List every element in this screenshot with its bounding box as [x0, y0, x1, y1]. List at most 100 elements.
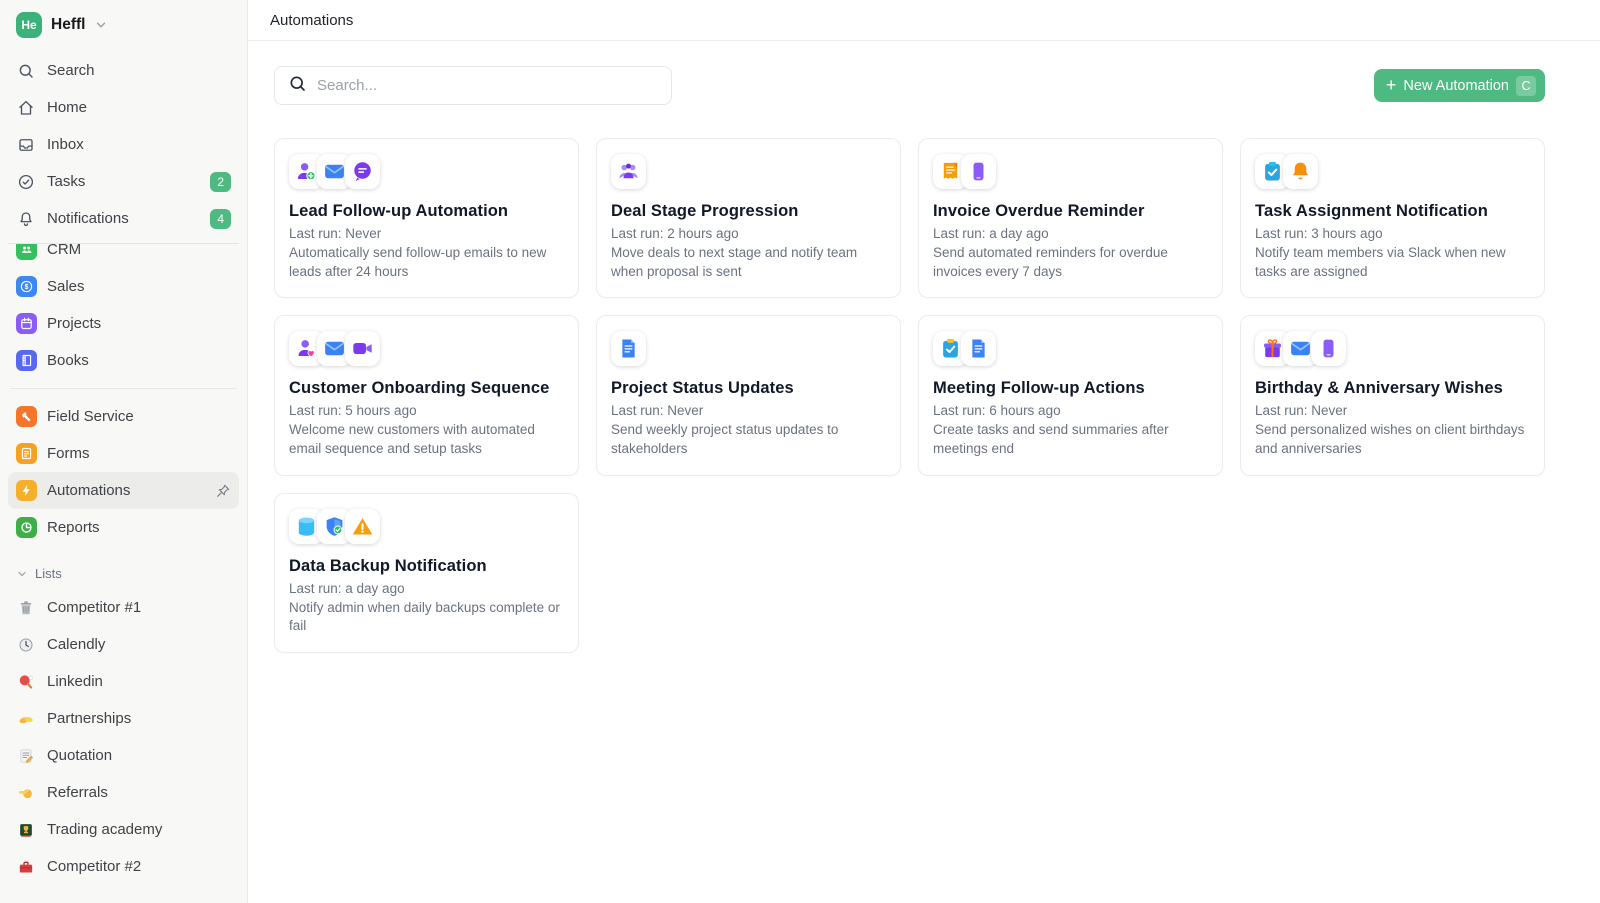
sidebar: He Heffl Search Home Inbox Tasks 2 Notificati…	[0, 0, 248, 903]
sidebar-item-sales[interactable]: $Sales	[8, 268, 239, 305]
app-root: He Heffl Search Home Inbox Tasks 2 Notificati…	[0, 0, 1600, 903]
sidebar-item-label: Reports	[47, 519, 100, 536]
sidebar-item-books[interactable]: Books	[8, 342, 239, 379]
automation-description: Welcome new customers with automated ema…	[289, 421, 564, 458]
automation-description: Notify admin when daily backups complete…	[289, 599, 564, 636]
chevron-down-icon	[94, 18, 108, 32]
automation-last-run: Last run: Never	[1255, 403, 1530, 418]
smartphone-icon	[961, 154, 996, 189]
automations-app-icon	[16, 480, 37, 501]
automation-last-run: Last run: Never	[611, 403, 886, 418]
clock-emoji-icon	[16, 635, 36, 655]
document-icon	[611, 331, 646, 366]
workspace-switcher[interactable]: He Heffl	[8, 10, 239, 52]
automation-card[interactable]: Data Backup NotificationLast run: a day …	[274, 493, 579, 653]
sidebar-item-forms[interactable]: Forms	[8, 435, 239, 472]
automation-card[interactable]: Birthday & Anniversary Wishes Last run: N…	[1240, 315, 1545, 475]
shortcut-badge: C	[1516, 76, 1536, 96]
top-bar: Automations	[248, 0, 1600, 41]
toolbar: + New Automation C	[274, 66, 1545, 105]
automation-card[interactable]: Deal Stage Progression Last run: 2 hours …	[596, 138, 901, 298]
automation-description: Move deals to next stage and notify team…	[611, 244, 886, 281]
content-area: + New Automation C Lead Follow-up Automa…	[248, 41, 1600, 677]
sidebar-item-search[interactable]: Search	[8, 52, 239, 89]
sales-app-icon: $	[16, 277, 36, 297]
automation-card[interactable]: Lead Follow-up Automation Last run: Never…	[274, 138, 579, 298]
sidebar-item-label: Competitor #1	[47, 599, 141, 616]
automation-description: Send weekly project status updates to st…	[611, 421, 886, 458]
automation-last-run: Last run: Never	[289, 226, 564, 241]
sidebar-item-inbox[interactable]: Inbox	[8, 126, 239, 163]
books-app-icon	[16, 350, 37, 371]
sidebar-item-projects[interactable]: Projects	[8, 305, 239, 342]
automation-title: Meeting Follow-up Actions	[933, 379, 1208, 398]
automation-last-run: Last run: 2 hours ago	[611, 226, 886, 241]
sidebar-item-linkedin[interactable]: Linkedin	[8, 663, 239, 700]
workspace-avatar: He	[16, 12, 42, 38]
sidebar-item-automations[interactable]: Automations	[8, 472, 239, 509]
search-input[interactable]	[317, 77, 658, 94]
sidebar-item-label: Calendly	[47, 636, 105, 653]
sidebar-item-referrals[interactable]: Referrals	[8, 774, 239, 811]
automation-card[interactable]: Meeting Follow-up ActionsLast run: 6 hou…	[918, 315, 1223, 475]
automation-card[interactable]: Invoice Overdue ReminderLast run: a day …	[918, 138, 1223, 298]
ping-pong-emoji-icon	[16, 672, 36, 692]
sidebar-item-label: Tasks	[47, 173, 85, 190]
pin-icon[interactable]	[215, 483, 231, 499]
automation-title: Birthday & Anniversary Wishes	[1255, 379, 1530, 398]
sidebar-item-partnerships[interactable]: Partnerships	[8, 700, 239, 737]
sidebar-item-tasks[interactable]: Tasks 2	[8, 163, 239, 200]
sales-app-icon: $	[16, 276, 37, 297]
automation-last-run: Last run: a day ago	[289, 581, 564, 596]
sidebar-item-home[interactable]: Home	[8, 89, 239, 126]
automation-title: Lead Follow-up Automation	[289, 202, 564, 221]
sidebar-item-reports[interactable]: Reports	[8, 509, 239, 546]
card-icons	[1255, 331, 1530, 366]
field-service-app-icon	[16, 406, 37, 427]
sidebar-item-field-service[interactable]: Field Service	[8, 398, 239, 435]
reports-app-icon	[16, 517, 37, 538]
sidebar-lists: Competitor #1 Calendly Linkedin Partnership…	[8, 589, 239, 885]
automation-description: Create tasks and send summaries after me…	[933, 421, 1208, 458]
tasks-icon	[16, 172, 36, 192]
lists-section-label: Lists	[35, 566, 62, 581]
automation-title: Deal Stage Progression	[611, 202, 886, 221]
sidebar-item-label: Notifications	[47, 210, 129, 227]
sidebar-item-quotation[interactable]: Quotation	[8, 737, 239, 774]
warning-icon	[345, 509, 380, 544]
automation-description: Automatically send follow-up emails to n…	[289, 244, 564, 281]
automation-title: Invoice Overdue Reminder	[933, 202, 1208, 221]
sidebar-item-competitor-2[interactable]: Competitor #2	[8, 848, 239, 885]
chat-bubble-icon	[345, 154, 380, 189]
sidebar-item-calendly[interactable]: Calendly	[8, 626, 239, 663]
sidebar-item-competitor-1[interactable]: Competitor #1	[8, 589, 239, 626]
card-icons	[1255, 154, 1530, 189]
sidebar-apps-group1: CRM$SalesProjects Books	[8, 243, 239, 379]
sidebar-item-label: Referrals	[47, 784, 108, 801]
lists-section-header[interactable]: Lists	[8, 566, 239, 589]
search-box	[274, 66, 672, 105]
sidebar-item-label: Forms	[47, 445, 90, 462]
automation-description: Send automated reminders for overdue inv…	[933, 244, 1208, 281]
sidebar-item-label: Partnerships	[47, 710, 131, 727]
sidebar-item-label: Home	[47, 99, 87, 116]
automation-card[interactable]: Project Status Updates Last run: Never Sen…	[596, 315, 901, 475]
sidebar-item-crm[interactable]: CRM	[8, 243, 239, 268]
card-icons	[933, 331, 1208, 366]
clock-emoji-icon	[16, 635, 36, 655]
sidebar-item-notifications[interactable]: Notifications4	[8, 200, 239, 237]
card-icons	[611, 154, 886, 189]
sidebar-item-trading-academy[interactable]: Trading academy	[8, 811, 239, 848]
new-automation-button[interactable]: + New Automation C	[1374, 69, 1545, 102]
automation-card[interactable]: Task Assignment NotificationLast run: 3 …	[1240, 138, 1545, 298]
new-automation-label: New Automation	[1403, 78, 1509, 94]
automation-title: Project Status Updates	[611, 379, 886, 398]
chevron-down-icon	[16, 568, 28, 580]
automation-card[interactable]: Customer Onboarding SequenceLast run: 5 …	[274, 315, 579, 475]
wastebasket-emoji-icon	[16, 598, 36, 618]
automation-title: Task Assignment Notification	[1255, 202, 1530, 221]
sidebar-item-label: Books	[47, 352, 89, 369]
reports-app-icon	[16, 518, 36, 538]
sidebar-item-label: Competitor #2	[47, 858, 141, 875]
count-badge: 2	[210, 172, 231, 192]
